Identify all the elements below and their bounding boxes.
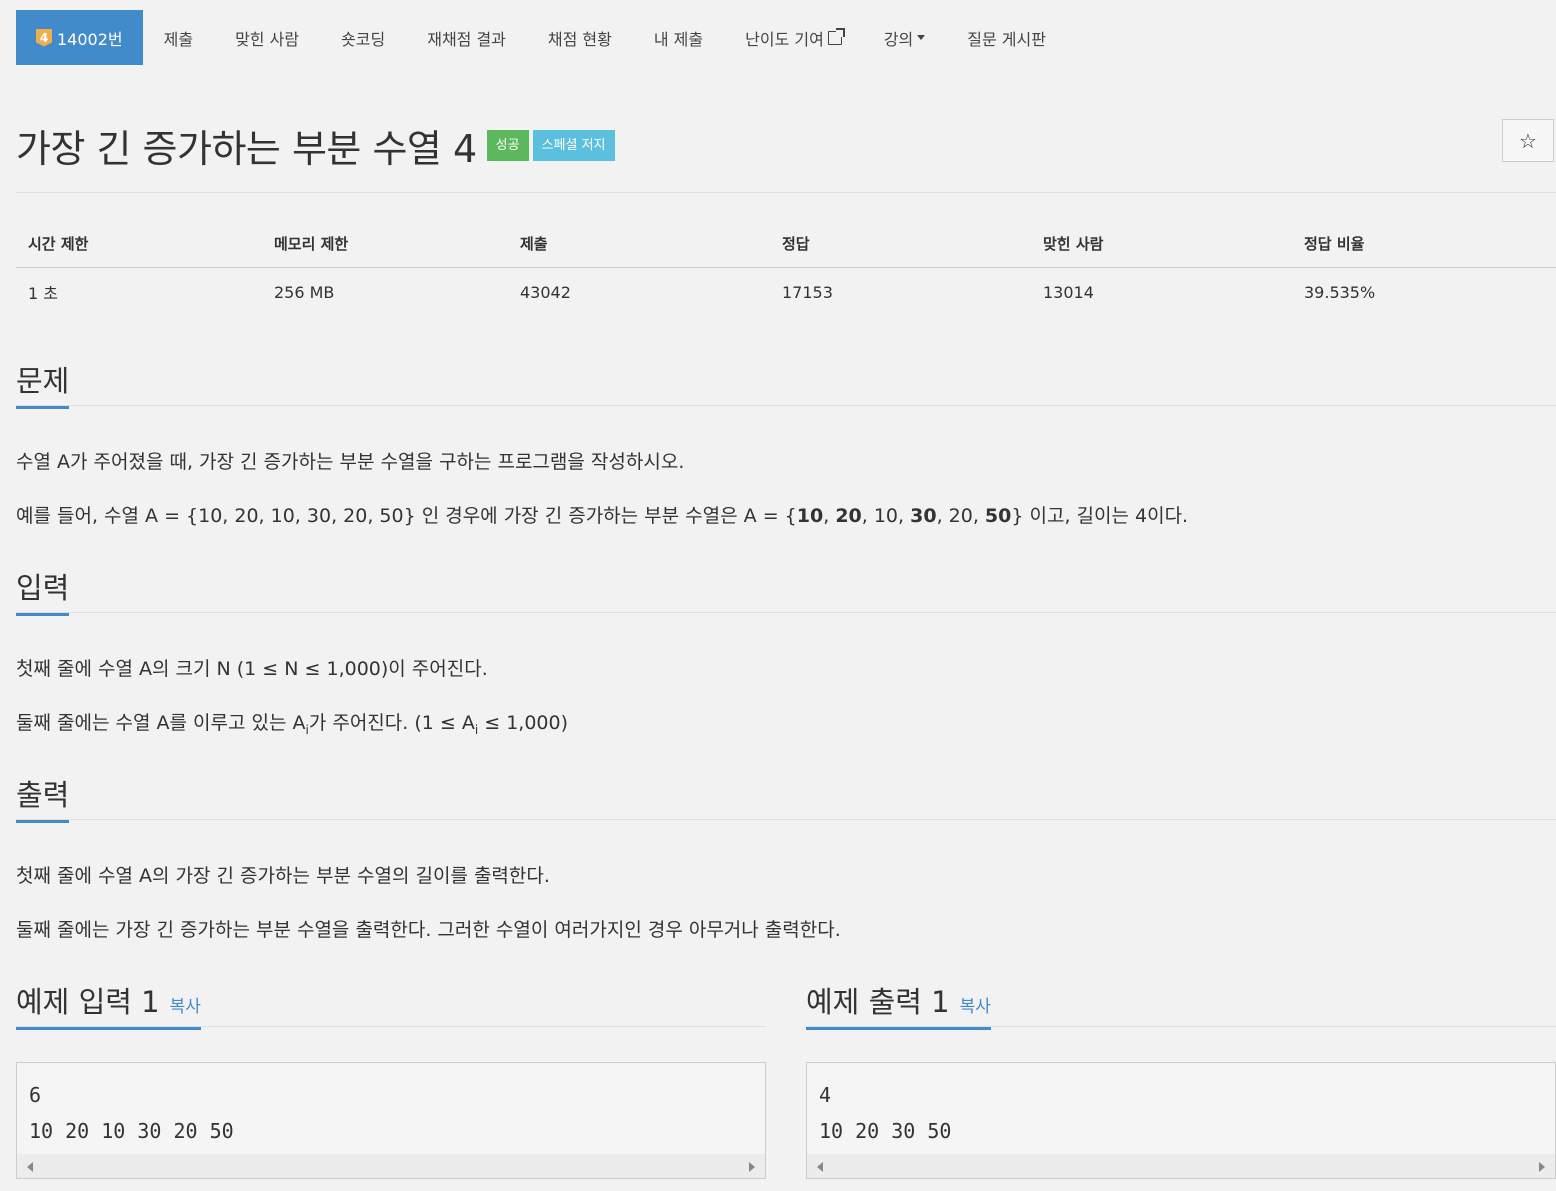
section-output-title: 출력: [16, 772, 70, 823]
text-segment: 예를 들어, 수열 A = {10, 20, 10, 30, 20, 50} 인…: [16, 505, 797, 527]
sample-input-content: 6 10 20 10 30 20 50: [29, 1083, 234, 1143]
header-submissions: 제출: [520, 235, 548, 253]
special-judge-badge: 스페셜 저지: [532, 130, 615, 161]
problem-nav: 4 14002번 제출 맞힌 사람 숏코딩 재채점 결과 채점 현황 내 제출 …: [16, 10, 1067, 65]
sample-input-title: 예제 입력 1: [16, 985, 160, 1019]
sample-output-title-wrap: 예제 출력 1 복사: [806, 979, 991, 1030]
value-solvers: 13014: [1043, 282, 1094, 302]
sample-input-box[interactable]: 6 10 20 10 30 20 50: [16, 1062, 766, 1179]
copy-output-button[interactable]: 복사: [960, 997, 991, 1017]
value-time-limit: 1 초: [28, 284, 58, 303]
text-segment: 둘째 줄에는 수열 A를 이루고 있는 A: [16, 712, 306, 734]
caret-down-icon: [917, 35, 926, 40]
sample-input-header: 예제 입력 1 복사: [16, 979, 201, 1030]
header-ratio: 정답 비율: [1304, 235, 1365, 253]
value-memory-limit: 256 MB: [274, 282, 335, 302]
text-segment: ≤ 1,000): [478, 712, 569, 734]
external-link-icon: [827, 27, 845, 45]
star-button[interactable]: ☆: [1502, 119, 1554, 162]
scroll-left-icon[interactable]: [817, 1162, 823, 1172]
section-input-title: 입력: [16, 565, 70, 616]
status-badge-success: 성공: [486, 130, 529, 161]
value-ratio: 39.535%: [1304, 282, 1376, 302]
section-problem-title: 문제: [16, 358, 70, 409]
tier-badge-icon: 4: [36, 28, 52, 47]
tab-board[interactable]: 질문 게시판: [946, 10, 1067, 65]
header-accepted: 정답: [782, 235, 810, 253]
section-divider: [16, 612, 1556, 613]
title-row: 가장 긴 증가하는 부분 수열 4 성공 스페셜 저지: [16, 118, 615, 173]
input-paragraph-1: 첫째 줄에 수열 A의 크기 N (1 ≤ N ≤ 1,000)이 주어진다.: [16, 658, 488, 680]
input-paragraph-2: 둘째 줄에는 수열 A를 이루고 있는 Ai가 주어진다. (1 ≤ Ai ≤ …: [16, 708, 568, 737]
scroll-left-icon[interactable]: [27, 1162, 33, 1172]
sample-output-box[interactable]: 4 10 20 30 50: [806, 1062, 1556, 1179]
problem-paragraph-2: 예를 들어, 수열 A = {10, 20, 10, 30, 20, 50} 인…: [16, 501, 1188, 528]
tab-shortcoding[interactable]: 숏코딩: [320, 10, 406, 65]
output-paragraph-1: 첫째 줄에 수열 A의 가장 긴 증가하는 부분 수열의 길이를 출력한다.: [16, 865, 550, 887]
text-segment: 가 주어진다. (1 ≤ A: [308, 712, 475, 734]
copy-input-button[interactable]: 복사: [170, 997, 201, 1017]
horizontal-scrollbar[interactable]: [17, 1154, 765, 1178]
header-solvers: 맞힌 사람: [1043, 235, 1104, 253]
tab-difficulty[interactable]: 난이도 기여: [724, 10, 863, 65]
problem-info-table: 시간 제한 메모리 제한 제출 정답 맞힌 사람 정답 비율 1 초 256 M…: [16, 220, 1556, 316]
section-input-header: 입력: [16, 565, 70, 616]
text-segment: , 10,: [861, 505, 911, 527]
bold-value: 10: [796, 505, 824, 527]
tab-difficulty-label: 난이도 기여: [745, 29, 824, 49]
tab-lecture[interactable]: 강의: [863, 10, 946, 65]
bold-value: 20: [835, 505, 862, 527]
problem-number: 14002번: [57, 29, 123, 49]
bold-value: 30: [910, 505, 937, 527]
value-accepted: 17153: [782, 282, 833, 302]
tab-lecture-label: 강의: [883, 29, 914, 49]
tab-my-submissions[interactable]: 내 제출: [633, 10, 724, 65]
section-divider: [16, 405, 1556, 406]
tab-solvers[interactable]: 맞힌 사람: [214, 10, 320, 65]
text-segment: , 20,: [936, 505, 985, 527]
tab-status[interactable]: 채점 현황: [527, 10, 633, 65]
tab-problem[interactable]: 4 14002번: [16, 10, 143, 65]
problem-paragraph-1: 수열 A가 주어졌을 때, 가장 긴 증가하는 부분 수열을 구하는 프로그램을…: [16, 451, 685, 473]
header-memory-limit: 메모리 제한: [274, 235, 349, 253]
horizontal-scrollbar[interactable]: [807, 1154, 1555, 1178]
value-submissions: 43042: [520, 282, 571, 302]
scroll-right-icon[interactable]: [1539, 1162, 1545, 1172]
sample-output-header: 예제 출력 1 복사: [806, 979, 991, 1030]
table-header-row: 시간 제한 메모리 제한 제출 정답 맞힌 사람 정답 비율: [16, 220, 1556, 268]
sample-output-title: 예제 출력 1: [806, 985, 950, 1019]
table-row: 1 초 256 MB 43042 17153 13014 39.535%: [16, 268, 1556, 316]
text-segment: ,: [823, 505, 836, 527]
tab-submit[interactable]: 제출: [143, 10, 214, 65]
output-paragraph-2: 둘째 줄에는 가장 긴 증가하는 부분 수열을 출력한다. 그러한 수열이 여러…: [16, 919, 841, 941]
scroll-right-icon[interactable]: [749, 1162, 755, 1172]
section-divider: [16, 819, 1556, 820]
page-title: 가장 긴 증가하는 부분 수열 4: [16, 127, 477, 171]
section-output-header: 출력: [16, 772, 70, 823]
divider: [16, 192, 1556, 193]
sample-output-content: 4 10 20 30 50: [819, 1083, 952, 1143]
bold-value: 50: [984, 505, 1012, 527]
sample-input-title-wrap: 예제 입력 1 복사: [16, 979, 201, 1030]
section-problem-header: 문제: [16, 358, 70, 409]
text-segment: } 이고, 길이는 4이다.: [1011, 505, 1189, 527]
tab-rejudge[interactable]: 재채점 결과: [406, 10, 527, 65]
header-time-limit: 시간 제한: [28, 235, 89, 253]
star-icon: ☆: [1519, 128, 1537, 153]
